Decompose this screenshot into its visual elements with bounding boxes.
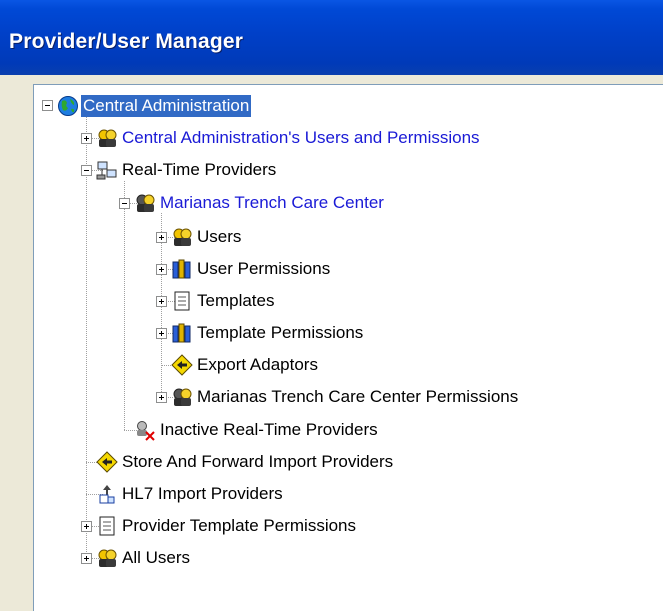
globe-icon [58, 96, 78, 116]
tree-node-user-permissions[interactable]: User Permissions [195, 258, 332, 280]
tree-node-marianas-trench-care-center[interactable]: Marianas Trench Care Center [158, 192, 386, 214]
users-group-icon [98, 549, 117, 567]
template-document-icon [174, 291, 190, 311]
tree-node-hl7-import-providers[interactable]: HL7 Import Providers [120, 483, 285, 505]
users-group-icon [173, 228, 192, 246]
tree-node-provider-template-permissions[interactable]: Provider Template Permissions [120, 515, 358, 537]
adaptor-diamond-icon [96, 451, 118, 473]
template-document-icon [99, 516, 115, 536]
expand-toggle-template-permissions[interactable] [156, 328, 167, 339]
tree-node-template-permissions[interactable]: Template Permissions [195, 322, 365, 344]
provider-group-icon [136, 194, 155, 212]
books-permissions-icon [172, 323, 191, 343]
provider-group-icon [173, 388, 192, 406]
expand-toggle-ca-users[interactable] [81, 133, 92, 144]
tree-node-templates[interactable]: Templates [195, 290, 276, 312]
tree-node-real-time-providers[interactable]: Real-Time Providers [120, 159, 278, 181]
expand-toggle-all-users[interactable] [81, 553, 92, 564]
collapse-toggle-marianas[interactable] [119, 198, 130, 209]
collapse-toggle-real-time-providers[interactable] [81, 165, 92, 176]
expand-toggle-provider-template-permissions[interactable] [81, 521, 92, 532]
window-title: Provider/User Manager [9, 30, 244, 53]
tree-node-all-users[interactable]: All Users [120, 547, 192, 569]
hl7-import-icon [99, 485, 115, 504]
expand-toggle-templates[interactable] [156, 296, 167, 307]
expand-toggle-users[interactable] [156, 232, 167, 243]
tree-node-store-and-forward[interactable]: Store And Forward Import Providers [120, 451, 395, 473]
network-computers-icon [96, 161, 117, 180]
inactive-providers-icon [137, 421, 155, 441]
expand-toggle-user-permissions[interactable] [156, 264, 167, 275]
adaptor-diamond-icon [171, 354, 193, 376]
tree-node-central-administration[interactable]: Central Administration [81, 95, 252, 117]
expand-toggle-mtcc-permissions[interactable] [156, 392, 167, 403]
tree-node-ca-users-permissions[interactable]: Central Administration's Users and Permi… [120, 127, 482, 149]
tree-node-users[interactable]: Users [195, 226, 243, 248]
books-permissions-icon [172, 259, 191, 279]
tree-view[interactable]: Central Administration Central Administr… [33, 84, 663, 611]
tree-node-inactive-providers[interactable]: Inactive Real-Time Providers [158, 419, 380, 441]
collapse-toggle-central-administration[interactable] [42, 100, 53, 111]
tree-node-export-adaptors[interactable]: Export Adaptors [195, 354, 320, 376]
tree-node-mtcc-permissions[interactable]: Marianas Trench Care Center Permissions [195, 386, 520, 408]
window-titlebar: Provider/User Manager [0, 0, 663, 75]
users-group-icon [98, 129, 117, 147]
